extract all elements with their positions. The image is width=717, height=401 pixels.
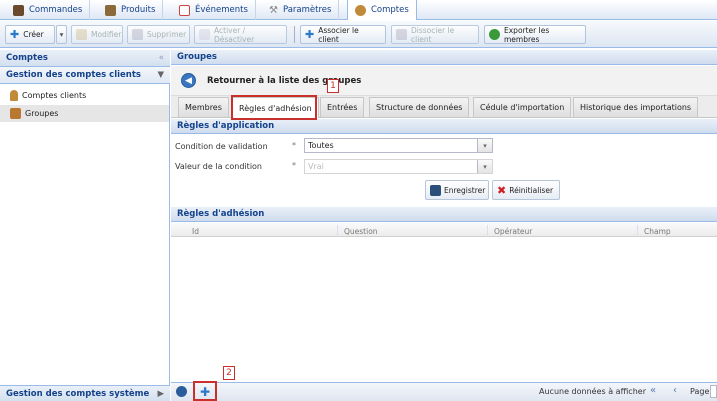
edit-icon [76,29,87,40]
tab-entrees[interactable]: Entrées [320,97,365,117]
column-operateur[interactable]: Opérateur [488,225,638,237]
group-icon [10,108,21,119]
validation-condition-row: Condition de validation [175,141,268,151]
left-panel: Comptes « Gestion des comptes clients ▼ … [0,50,170,401]
nav-tab-parametres[interactable]: ⚒ Paramètres [262,0,340,20]
condition-value-row: Valeur de la condition [175,161,262,171]
application-rules-header: Règles d'application [171,119,717,134]
orders-icon [13,4,24,16]
column-question[interactable]: Question [338,225,488,237]
delete-button[interactable]: Supprimer [127,25,190,44]
toolbar: ✚ Créer ▾ Modifier Supprimer Activer / D… [0,21,717,48]
export-members-button[interactable]: Exporter les membres [484,25,586,44]
chevron-down-icon: ▼ [157,70,164,80]
nav-tab-comptes[interactable]: Comptes [347,0,417,20]
export-icon [489,29,500,40]
user-icon [10,90,18,101]
nav-tab-evenements[interactable]: Événements [172,0,256,20]
collapse-icon[interactable]: « [159,53,164,63]
tab-historique-importations[interactable]: Historique des importations [573,97,699,117]
column-id[interactable]: Id [186,225,338,237]
annotation-label-2: 2 [223,366,235,380]
close-icon: ✖ [497,183,507,197]
chevron-down-icon[interactable]: ▾ [477,139,492,152]
plus-icon: ✚ [10,28,20,41]
accounts-icon [355,4,366,16]
first-page-icon[interactable]: « [650,385,656,396]
condition-value-select[interactable]: Vrai ▾ [304,159,493,174]
previous-page-icon[interactable]: ‹ [673,385,677,396]
membership-rules-header: Règles d'adhésion [171,207,717,222]
tab-structure-donnees[interactable]: Structure de données [369,97,470,117]
main-panel-header: Groupes [171,50,717,65]
calendar-icon [179,4,190,16]
associate-client-button[interactable]: ✚ Associer le client [300,25,386,44]
annotation-box-2 [193,381,217,401]
toolbar-divider [294,26,295,43]
chevron-down-icon: ▾ [59,30,64,39]
create-dropdown-button[interactable]: ▾ [56,25,67,44]
chevron-right-icon: ▶ [157,388,164,399]
section-system-accounts[interactable]: Gestion des comptes système ▶ [0,385,170,401]
products-icon [105,4,116,16]
nav-tab-produits[interactable]: Produits [98,0,164,20]
back-arrow-icon[interactable]: ◀ [181,73,196,88]
save-button[interactable]: Enregistrer [425,180,489,200]
tab-cedule-importation[interactable]: Cédule d'importation [473,97,572,117]
annotation-box-1 [231,95,317,120]
required-marker: * [292,161,296,170]
create-button[interactable]: ✚ Créer [5,25,55,44]
left-panel-header: Comptes « [0,50,170,67]
tab-membres[interactable]: Membres [178,97,229,117]
toggle-active-button[interactable]: Activer / Désactiver [194,25,287,44]
nav-tab-commandes[interactable]: Commandes [6,0,91,20]
sidebar-item-client-accounts[interactable]: Comptes clients [0,87,169,104]
section-client-accounts[interactable]: Gestion des comptes clients ▼ [0,67,170,84]
column-champ[interactable]: Champ [638,225,717,237]
reset-button[interactable]: ✖ Réinitialiser [492,180,560,200]
page-label: Page [690,387,710,396]
modify-button[interactable]: Modifier [71,25,123,44]
grid-body [171,238,717,382]
save-icon [430,184,441,196]
validation-condition-select[interactable]: Toutes ▾ [304,138,493,153]
trash-icon [396,29,407,40]
globe-icon[interactable] [176,386,187,397]
chevron-down-icon[interactable]: ▾ [477,160,492,173]
dissociate-client-button[interactable]: Dissocier le client [391,25,479,44]
annotation-label-1: 1 [327,79,339,93]
sidebar-item-groups[interactable]: Groupes [0,105,169,122]
top-navigation: Commandes Produits Événements ⚒ Paramètr… [0,0,717,20]
plus-icon: ✚ [305,28,315,41]
page-number-input[interactable] [710,385,717,398]
trash-icon [132,29,143,40]
required-marker: * [292,141,296,150]
toggle-icon [199,29,210,40]
empty-message: Aucune données à afficher [539,387,646,396]
wrench-icon: ⚒ [269,4,278,16]
